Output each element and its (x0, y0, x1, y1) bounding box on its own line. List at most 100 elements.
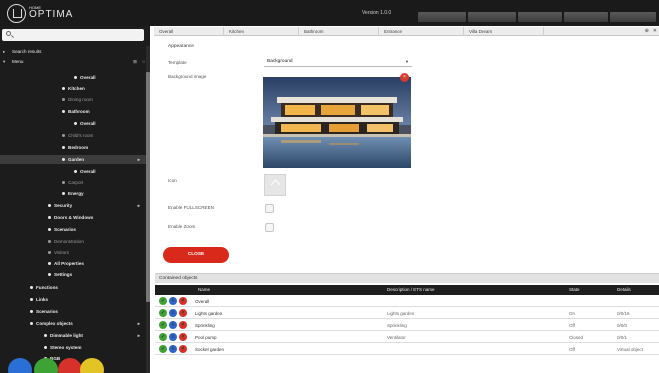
sidebar-item-scenarios[interactable]: Scenarios (0, 225, 146, 234)
blue-info-icon[interactable]: i (169, 345, 177, 353)
top-button-2[interactable] (468, 12, 516, 22)
sidebar-item-dining-room[interactable]: Dining room (0, 95, 146, 104)
blue-info-icon[interactable]: i (169, 321, 177, 329)
sidebar-item-menu[interactable]: ▾ Menu ⊞ ○ (0, 57, 146, 66)
sidebar-item-bathroom[interactable]: Bathroom (0, 107, 146, 116)
table-row[interactable]: ✓ i × Overall (155, 297, 659, 307)
sidebar-item-stereo-system[interactable]: Stereo system (0, 343, 146, 352)
sidebar-item-dimmable-light[interactable]: Dimmable light ▸ (0, 331, 146, 340)
blue-info-icon[interactable]: i (169, 333, 177, 341)
sidebar-item-garden[interactable]: Garden ▸ (0, 155, 146, 164)
table-row[interactable]: ✓ i × Lights garden Lights garden On 0/0… (155, 309, 659, 319)
column-details[interactable]: Details (617, 285, 631, 295)
red-remove-icon[interactable]: × (179, 321, 187, 329)
villa-photo (263, 77, 411, 168)
sidebar-item-label: Garden (68, 157, 85, 162)
sidebar-item-label: Bathroom (68, 109, 90, 114)
top-button-5[interactable] (610, 12, 656, 22)
top-button-4[interactable] (564, 12, 608, 22)
top-button-1[interactable] (418, 12, 466, 22)
row-state: Off (569, 323, 575, 328)
bullet-icon (74, 170, 77, 174)
red-remove-icon[interactable]: × (179, 297, 187, 305)
sidebar-item-carport[interactable]: Carport (0, 178, 146, 187)
row-state: Closed (569, 335, 584, 340)
column-state[interactable]: State (569, 285, 580, 295)
sidebar-item-childs-room[interactable]: Child's room (0, 131, 146, 140)
sidebar-item-overall[interactable]: Overall (0, 73, 146, 82)
tab-kitchen[interactable]: Kitchen (224, 27, 299, 36)
bullet-icon (30, 322, 33, 326)
tab-villa-dream[interactable]: Villa Dream (464, 27, 544, 36)
sidebar-item-label: Scenarios (54, 227, 76, 232)
pin-icon[interactable]: ⊕ (645, 28, 649, 34)
tab-bathroom[interactable]: Bathroom (299, 27, 379, 36)
bullet-icon (48, 240, 51, 244)
sidebar-item-overall-garden[interactable]: Overall (0, 167, 146, 176)
enable-fullscreen-checkbox[interactable] (265, 204, 274, 213)
sidebar-item-energy[interactable]: Energy (0, 189, 146, 198)
sidebar-item-label: Menu (12, 59, 24, 64)
chevron-right-icon: ▸ (137, 321, 140, 326)
version-label: Version 1.0.0 (362, 10, 392, 16)
red-remove-icon[interactable]: × (179, 333, 187, 341)
top-bar: HOME OPTIMA Version 1.0.0 (0, 0, 659, 26)
row-description: Lights garden (387, 311, 415, 316)
sidebar-item-all-properties[interactable]: All Properties (0, 259, 146, 268)
template-select[interactable]: Background ▼ (264, 57, 412, 67)
sidebar-item-visitors[interactable]: Visitors (0, 248, 146, 257)
close-icon[interactable]: ✕ (653, 28, 657, 34)
background-image-preview[interactable] (263, 77, 411, 168)
sidebar-item-demonstration[interactable]: Demonstration (0, 237, 146, 246)
enable-zoom-checkbox[interactable] (265, 223, 274, 232)
table-row[interactable]: ✓ i × Sprinkling Sprinkling Off 0/0/0 (155, 321, 659, 331)
table-row[interactable]: ✓ i × Socket garden Off Virtual object (155, 345, 659, 355)
sidebar-item-kitchen[interactable]: Kitchen (0, 84, 146, 93)
column-description[interactable]: Description / ETS name (387, 285, 435, 295)
blue-info-icon[interactable]: i (169, 309, 177, 317)
blue-info-icon[interactable]: i (169, 297, 177, 305)
sidebar-item-search-results[interactable]: ▸ Search results (0, 47, 146, 56)
sidebar-item-functions[interactable]: Functions (0, 283, 146, 292)
sidebar-item-label: Security (54, 203, 73, 208)
green-status-icon[interactable]: ✓ (159, 333, 167, 341)
table-row[interactable]: ✓ i × Pool pump Ventilator Closed 0/0/1 (155, 333, 659, 343)
row-state: On (569, 311, 576, 316)
sidebar-item-complex-objects[interactable]: Complex objects ▸ (0, 319, 146, 328)
sidebar-item-settings[interactable]: Settings (0, 270, 146, 279)
section-title: Appearance (168, 44, 194, 49)
edit-icon[interactable]: ⊞ (133, 57, 137, 66)
home-logo-icon[interactable] (7, 4, 26, 23)
chevron-right-icon: ▸ (3, 49, 6, 54)
sidebar-item-label: Overall (80, 121, 96, 126)
icon-upload-box[interactable] (264, 174, 286, 196)
green-status-icon[interactable]: ✓ (159, 345, 167, 353)
sidebar-item-scenarios-top[interactable]: Scenarios (0, 307, 146, 316)
column-name[interactable]: Name (198, 285, 210, 295)
refresh-icon[interactable]: ○ (142, 57, 145, 66)
sidebar-item-overall-bathroom[interactable]: Overall (0, 119, 146, 128)
red-remove-icon[interactable]: × (179, 309, 187, 317)
enable-fullscreen-label: Enable FULLSCREEN (168, 205, 214, 210)
tab-entrance[interactable]: Entrance (379, 27, 464, 36)
green-status-icon[interactable]: ✓ (159, 309, 167, 317)
top-button-3[interactable] (518, 12, 562, 22)
tab-overall[interactable]: Overall (154, 27, 224, 36)
sidebar-item-security[interactable]: Security ▸ (0, 201, 146, 210)
enable-zoom-label: Enable Zoom (168, 224, 196, 229)
green-status-icon[interactable]: ✓ (159, 321, 167, 329)
table-header: Name Description / ETS name State Detail… (155, 285, 659, 295)
bullet-icon (62, 87, 65, 91)
sidebar-item-label: Settings (54, 272, 73, 277)
green-status-icon[interactable]: ✓ (159, 297, 167, 305)
sidebar-item-doors-windows[interactable]: Doors & Windows (0, 213, 146, 222)
red-remove-icon[interactable]: × (179, 345, 187, 353)
sidebar-scroll-thumb[interactable] (146, 72, 150, 302)
search-input[interactable] (2, 29, 144, 41)
sidebar-item-links[interactable]: Links (0, 295, 146, 304)
sidebar-item-bedroom[interactable]: Bedroom (0, 143, 146, 152)
bullet-icon (62, 192, 65, 196)
sidebar-item-label: Links (36, 297, 48, 302)
delete-image-icon[interactable]: × (400, 73, 409, 82)
close-button[interactable]: CLOSE (163, 247, 229, 263)
